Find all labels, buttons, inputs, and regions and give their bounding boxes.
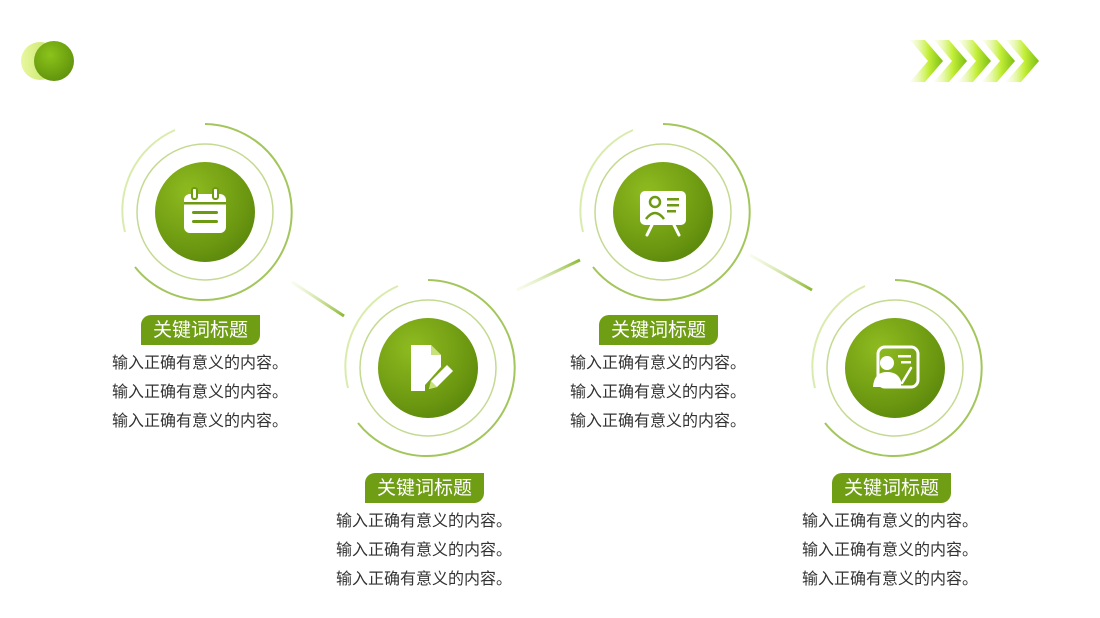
calendar-icon (184, 187, 226, 233)
presentation-board-icon (640, 191, 686, 237)
step-4-description: 输入正确有意义的内容。 输入正确有意义的内容。 输入正确有意义的内容。 (780, 506, 1000, 593)
step-2-line-3: 输入正确有意义的内容。 (335, 569, 512, 588)
step-4-line-1: 输入正确有意义的内容。 (801, 511, 978, 530)
decorative-chevrons (910, 40, 1039, 82)
step-4-line-2: 输入正确有意义的内容。 (801, 540, 978, 559)
step-3-line-3: 输入正确有意义的内容。 (569, 411, 746, 430)
step-3-icon-disc (613, 162, 713, 262)
step-1-line-3: 输入正确有意义的内容。 (111, 411, 288, 430)
step-3-node (573, 122, 753, 302)
step-4-title: 关键词标题 (832, 473, 952, 503)
decorative-dots (21, 41, 74, 81)
step-1-line-2: 输入正确有意义的内容。 (111, 382, 288, 401)
step-4-line-3: 输入正确有意义的内容。 (801, 569, 978, 588)
step-3-description: 输入正确有意义的内容。 输入正确有意义的内容。 输入正确有意义的内容。 (548, 348, 768, 435)
step-3-line-1: 输入正确有意义的内容。 (569, 353, 746, 372)
teacher-icon (873, 345, 920, 389)
step-3-title: 关键词标题 (599, 315, 719, 345)
step-1-title: 关键词标题 (141, 315, 261, 345)
step-3-line-2: 输入正确有意义的内容。 (569, 382, 746, 401)
step-2-title: 关键词标题 (365, 473, 485, 503)
step-1-node (115, 122, 295, 302)
step-2-line-2: 输入正确有意义的内容。 (335, 540, 512, 559)
step-2-node (338, 278, 518, 458)
edit-document-icon (411, 345, 453, 391)
step-2-line-1: 输入正确有意义的内容。 (335, 511, 512, 530)
step-1-icon-disc (155, 162, 255, 262)
step-4-icon-disc (845, 318, 945, 418)
step-1-description: 输入正确有意义的内容。 输入正确有意义的内容。 输入正确有意义的内容。 (90, 348, 310, 435)
step-1-line-1: 输入正确有意义的内容。 (111, 353, 288, 372)
step-4-node (805, 278, 985, 458)
step-2-description: 输入正确有意义的内容。 输入正确有意义的内容。 输入正确有意义的内容。 (314, 506, 534, 593)
step-2-icon-disc (378, 318, 478, 418)
